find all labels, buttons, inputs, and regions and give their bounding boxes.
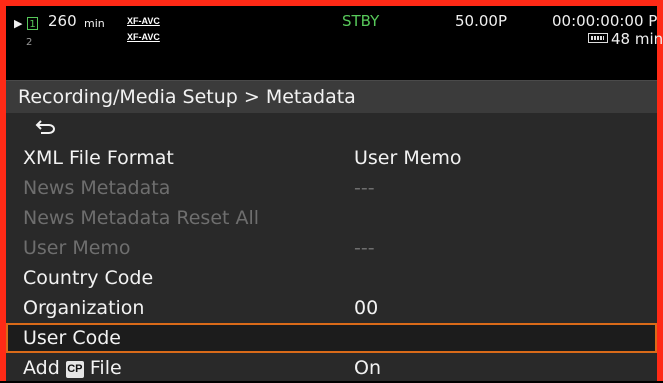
codec-badge-bottom: XF-AVC [127,32,160,42]
menu-item-label: News Metadata Reset All [23,207,260,229]
menu-item-label: News Metadata [23,177,171,199]
frame-rate: 50.00P [455,12,507,30]
menu-item-value: --- [354,177,375,199]
battery-status: 48 min [588,30,663,48]
menu-title-bar: Recording/Media Setup > Metadata [6,80,657,114]
status-bar: ▶ 1 260 min 2 XF-AVC XF-AVC STBY 50.00P … [6,6,663,74]
battery-icon [588,33,608,43]
menu-item-organization[interactable]: Organization 00 [6,293,657,323]
menu-item-label: XML File Format [23,147,174,169]
menu-item-label: Country Code [23,267,154,289]
menu-item-value: On [354,357,381,379]
slot1-remaining: 260 [48,12,77,30]
menu-item-label: User Memo [23,237,131,259]
menu-item-value: User Memo [354,147,462,169]
menu-item-country-code[interactable]: Country Code [6,263,657,293]
menu-item-label: User Code [23,327,121,349]
slot2-indicator: 2 [26,31,39,49]
menu-title: Recording/Media Setup > Metadata [18,86,356,108]
menu-item-label-prefix: Add [23,357,60,379]
mode-status: STBY [342,12,380,30]
back-button[interactable] [6,113,657,143]
cp-icon: CP [65,361,84,378]
slot1-unit: min [84,17,105,30]
menu-item-add-cp-file[interactable]: Add CP File On [6,353,657,383]
menu-item-value: 00 [354,297,379,319]
menu-item-news-metadata: News Metadata --- [6,173,657,203]
menu-item-user-memo: User Memo --- [6,233,657,263]
slot1-icon: 1 [27,17,38,30]
menu-item-label: Organization [23,297,145,319]
codec-badge-top: XF-AVC [127,16,160,26]
battery-remaining: 48 min [611,30,663,48]
play-indicator-icon: ▶ [14,17,23,30]
menu-item-user-code[interactable]: User Code [6,323,657,353]
menu-list: XML File Format User Memo News Metadata … [6,113,657,381]
menu-item-news-metadata-reset-all: News Metadata Reset All [6,203,657,233]
menu-item-label: Add CP File [23,356,122,380]
menu-item-value: --- [354,237,375,259]
slot1-indicator: 1 [27,13,38,31]
back-arrow-icon [35,120,55,134]
timecode: 00:00:00:00 P [552,12,658,30]
menu-item-label-suffix: File [89,357,122,379]
slot2-icon: 2 [26,37,33,48]
menu-item-xml-file-format[interactable]: XML File Format User Memo [6,143,657,173]
